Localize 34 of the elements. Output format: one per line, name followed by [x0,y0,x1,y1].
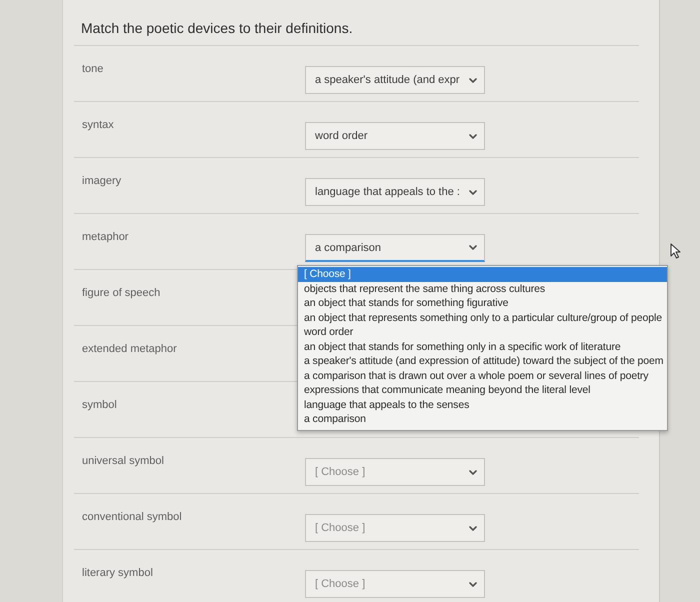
chevron-icon [469,134,477,138]
chevron-icon [469,78,477,82]
answer-dropdown[interactable]: a comparison [305,234,485,262]
chevron-icon [469,245,477,250]
chevron-icon [469,582,477,586]
dropdown-option[interactable]: an object that represents something only to a particular culture/group of people [298,310,668,325]
term-label: imagery [82,175,122,187]
chevron-icon [469,470,477,474]
term-label: tone [82,63,104,75]
answer-dropdown[interactable]: word order [305,122,485,150]
chevron-icon [469,190,477,194]
dropdown-option[interactable]: an object that stands for something figurative [298,296,668,310]
dropdown-option[interactable]: language that appeals to the senses [298,398,668,412]
term-label: figure of speech [82,287,160,299]
term-label: syntax [82,119,114,131]
term-label: extended metaphor [82,343,177,355]
chevron-icon [469,526,477,530]
dropdown-option[interactable]: an object that stands for something only in a specific work of literature [298,340,668,354]
dropdown-option[interactable]: a speaker's attitude (and expression of attitude) toward the subject of the poem [298,354,668,368]
dropdown-option[interactable]: a comparison that is drawn out over a whole poem or several lines of poetry [298,368,668,383]
term-label: conventional symbol [82,511,182,523]
term-label: symbol [82,399,117,411]
term-label: metaphor [82,231,128,243]
dropdown-option[interactable]: objects that represent the same thing across cultures [298,282,668,296]
dropdown-option[interactable]: [ Choose ] [298,267,668,282]
dropdown-option[interactable]: expressions that communicate meaning beyond the literal level [298,383,668,398]
term-label: universal symbol [82,455,164,467]
term-label: literary symbol [82,567,153,579]
answer-dropdown[interactable]: language that appeals to the : [305,178,485,206]
answer-dropdown[interactable]: a speaker's attitude (and expr [305,66,485,94]
cursor-icon [670,243,681,259]
dropdown-option[interactable]: word order [298,325,668,340]
question-prompt: Match the poetic devices to their definitions. [81,20,353,36]
dropdown-option[interactable]: a comparison [298,412,668,426]
